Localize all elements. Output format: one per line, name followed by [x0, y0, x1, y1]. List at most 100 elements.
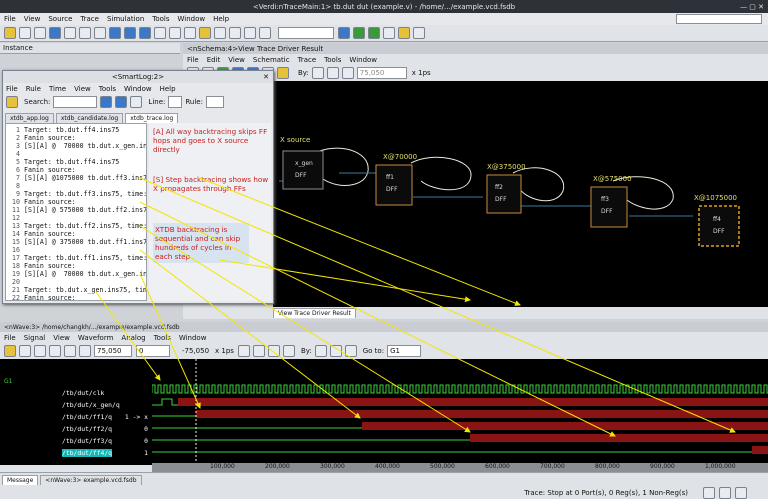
status-icon-1[interactable] — [703, 487, 715, 499]
schematic-icon[interactable] — [109, 27, 121, 39]
main-search-field[interactable] — [676, 14, 762, 24]
log-tab-0[interactable]: xtdb_app.log — [5, 113, 54, 123]
rule-input[interactable] — [205, 96, 224, 108]
log-open-icon[interactable] — [6, 96, 18, 108]
waveform-canvas[interactable] — [152, 359, 768, 465]
edge-icon[interactable] — [314, 345, 327, 357]
highlight-icon[interactable] — [244, 27, 256, 39]
copy-icon[interactable] — [79, 27, 91, 39]
wave-menu-waveform[interactable]: Waveform — [78, 334, 114, 342]
cut-icon[interactable] — [64, 27, 76, 39]
nstate-icon[interactable] — [139, 27, 151, 39]
wave-print-icon[interactable] — [34, 345, 46, 357]
zoom-fit-icon[interactable] — [267, 345, 280, 357]
edge-select-icon[interactable] — [311, 67, 324, 79]
log-tab-1[interactable]: xtdb_candidate.log — [55, 113, 124, 123]
flag-icon[interactable] — [277, 67, 289, 79]
smartlog-close[interactable]: ✕ — [263, 73, 269, 81]
wave-icon[interactable] — [124, 27, 136, 39]
wave-menu-window[interactable]: Window — [179, 334, 207, 342]
filter-icon[interactable] — [130, 96, 143, 108]
wave-menu-file[interactable]: File — [4, 334, 16, 342]
log-menu-view[interactable]: View — [74, 85, 91, 93]
prev-icon[interactable] — [326, 67, 339, 79]
log-menu-tools[interactable]: Tools — [99, 85, 116, 93]
search-icon[interactable] — [338, 27, 350, 39]
schem-menu-window[interactable]: Window — [349, 56, 377, 64]
paste-icon[interactable] — [94, 27, 106, 39]
run-icon[interactable] — [353, 27, 365, 39]
find-icon[interactable] — [154, 27, 166, 39]
save-icon[interactable] — [34, 27, 46, 39]
line-input[interactable] — [168, 96, 183, 108]
reload-icon[interactable] — [19, 27, 31, 39]
log-menu-file[interactable]: File — [6, 85, 18, 93]
stop-icon[interactable] — [383, 27, 395, 39]
settings-icon[interactable] — [413, 27, 425, 39]
signal-name[interactable]: /tb/dut/ff1/q — [62, 413, 112, 421]
wave-menu-signal[interactable]: Signal — [24, 334, 46, 342]
schematic-canvas[interactable]: X source X@70000 X@375000 X@575000 X@107… — [273, 81, 768, 307]
log-menu-time[interactable]: Time — [49, 85, 66, 93]
tab-view-trace[interactable]: View Trace Driver Result — [273, 308, 356, 318]
hierarchy-icon[interactable] — [49, 27, 61, 39]
wave-copy-icon[interactable] — [64, 345, 76, 357]
cursor-time-field[interactable]: 75,050 — [94, 345, 132, 357]
signal-name[interactable]: /tb/dut/ff4/q — [62, 449, 113, 457]
time-combo[interactable] — [278, 27, 334, 39]
wave-menu-analog[interactable]: Analog — [121, 334, 145, 342]
log-find-icon[interactable] — [100, 96, 113, 108]
menu-tools[interactable]: Tools — [152, 15, 169, 23]
wave-open-icon[interactable] — [4, 345, 16, 357]
wave-save-icon[interactable] — [19, 345, 31, 357]
delta-field[interactable]: 0 — [136, 345, 170, 357]
tab-message[interactable]: Message — [2, 475, 39, 485]
signal-name[interactable]: /tb/dut/ff3/q — [62, 437, 112, 445]
next-icon[interactable] — [341, 67, 354, 79]
filter-icon[interactable] — [214, 27, 226, 39]
schem-menu-tools[interactable]: Tools — [324, 56, 341, 64]
log-prev-icon[interactable] — [115, 96, 128, 108]
menu-trace[interactable]: Trace — [80, 15, 99, 23]
menu-source[interactable]: Source — [48, 15, 72, 23]
schem-menu-view[interactable]: View — [228, 56, 245, 64]
tab-wave[interactable]: <nWave:3> example.vcd.fsdb — [40, 475, 142, 485]
menu-file[interactable]: File — [4, 15, 16, 23]
wave-menu-view[interactable]: View — [53, 334, 70, 342]
zoom-in-icon[interactable] — [237, 345, 250, 357]
zoom-full-icon[interactable] — [282, 345, 295, 357]
schem-menu-trace[interactable]: Trace — [298, 56, 317, 64]
status-icon-2[interactable] — [719, 487, 731, 499]
step-icon[interactable] — [368, 27, 380, 39]
goto-combo[interactable]: G1 — [387, 345, 422, 357]
prev-edge-icon[interactable] — [329, 345, 342, 357]
next-edge-icon[interactable] — [344, 345, 357, 357]
forward-icon[interactable] — [184, 27, 196, 39]
schem-menu-schematic[interactable]: Schematic — [253, 56, 290, 64]
wave-menu-tools[interactable]: Tools — [154, 334, 171, 342]
signal-name[interactable]: /tb/dut/x_gen/q — [62, 401, 120, 409]
schem-menu-file[interactable]: File — [187, 56, 199, 64]
open-icon[interactable] — [4, 27, 16, 39]
menu-view[interactable]: View — [24, 15, 41, 23]
zoom-icon[interactable] — [229, 27, 241, 39]
menu-help[interactable]: Help — [213, 15, 229, 23]
window-controls[interactable]: — ▢ ✕ — [740, 3, 764, 11]
log-content[interactable]: 1 Target: tb.dut.ff4.ins75 2 Fanin source: 3… — [5, 123, 147, 301]
wave-cut-icon[interactable] — [49, 345, 61, 357]
signal-name[interactable]: /tb/dut/ff2/q — [62, 425, 112, 433]
signal-name[interactable]: /tb/dut/clk — [62, 389, 104, 397]
log-menu-help[interactable]: Help — [160, 85, 176, 93]
wave-paste-icon[interactable] — [79, 345, 91, 357]
schematic-time-field[interactable]: 75,050 — [356, 67, 407, 79]
menu-window[interactable]: Window — [178, 15, 206, 23]
log-menu-window[interactable]: Window — [124, 85, 152, 93]
trace-icon[interactable] — [199, 27, 211, 39]
zoom-out-icon[interactable] — [252, 345, 265, 357]
annotate-icon[interactable] — [259, 27, 271, 39]
log-menu-rule[interactable]: Rule — [26, 85, 41, 93]
bookmark-icon[interactable] — [398, 27, 410, 39]
schem-menu-edit[interactable]: Edit — [207, 56, 221, 64]
back-icon[interactable] — [169, 27, 181, 39]
menu-simulation[interactable]: Simulation — [107, 15, 144, 23]
